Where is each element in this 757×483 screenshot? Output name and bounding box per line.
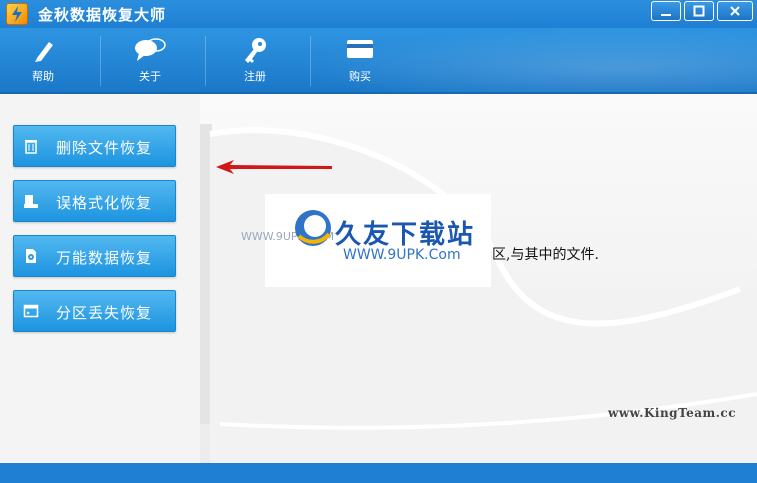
about-label: 关于 [139, 70, 161, 83]
watermark-cn-text: 久友下载站 [335, 220, 476, 250]
buy-button[interactable]: 购买 [310, 28, 410, 92]
format-recovery-button[interactable]: 误格式化恢复 [13, 180, 176, 222]
close-icon [730, 6, 740, 16]
about-button[interactable]: 关于 [100, 28, 200, 92]
chat-bubbles-icon [135, 38, 166, 61]
watermark: WWW.9UPK.COM 久友下载站 WWW.9UPK.Com [241, 194, 491, 287]
help-button[interactable]: 帮助 [0, 28, 93, 92]
red-arrow-icon [216, 160, 332, 174]
partition-icon [23, 304, 39, 318]
universal-data-recovery-label: 万能数据恢复 [56, 249, 153, 267]
deleted-file-recovery-button[interactable]: 删除文件恢复 [13, 125, 176, 167]
sidebar: 删除文件恢复 误格式化恢复 万能数据恢复 分区丢失恢复 [0, 94, 200, 463]
maximize-icon [693, 5, 705, 17]
buy-label: 购买 [349, 70, 371, 83]
pen-icon [35, 42, 53, 62]
app-logo-icon [6, 3, 28, 25]
deleted-file-recovery-label: 删除文件恢复 [56, 139, 153, 157]
drive-icon [24, 195, 38, 208]
minimize-icon [661, 14, 671, 16]
key-icon [245, 38, 266, 63]
watermark-en-text: WWW.9UPK.Com [343, 247, 461, 263]
partition-loss-recovery-button[interactable]: 分区丢失恢复 [13, 290, 176, 332]
trash-icon [25, 140, 37, 154]
card-icon [347, 40, 373, 58]
format-recovery-label: 误格式化恢复 [56, 194, 153, 212]
minimize-button[interactable] [651, 1, 681, 21]
close-button[interactable] [717, 1, 753, 21]
title-bar: 金秋数据恢复大师 [0, 0, 757, 28]
register-label: 注册 [244, 70, 266, 83]
kingteam-brand: www.KingTeam.cc [608, 406, 737, 420]
status-bar [0, 463, 757, 483]
maximize-button[interactable] [684, 1, 714, 21]
app-title: 金秋数据恢复大师 [38, 6, 167, 24]
main-area: 删除文件恢复 误格式化恢复 万能数据恢复 分区丢失恢复 分区,与其中的文件. w… [0, 94, 757, 463]
content-description: 分区,与其中的文件. [478, 247, 599, 263]
disk-file-icon [26, 249, 36, 263]
toolbar: 帮助 关于 注册 购买 [0, 28, 757, 94]
help-label: 帮助 [32, 70, 54, 83]
universal-data-recovery-button[interactable]: 万能数据恢复 [13, 235, 176, 277]
watermark-logo-icon [295, 210, 331, 246]
partition-loss-recovery-label: 分区丢失恢复 [56, 304, 153, 322]
register-button[interactable]: 注册 [205, 28, 305, 92]
